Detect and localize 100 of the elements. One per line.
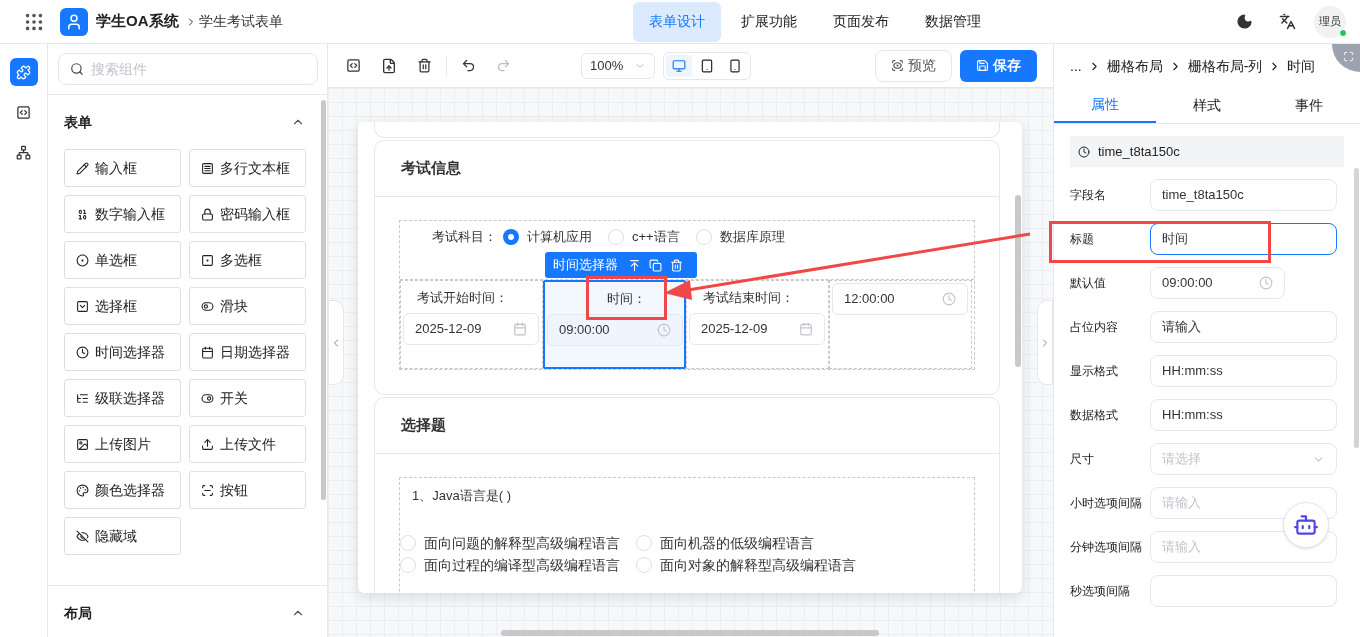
component-button[interactable]: 数字输入框 xyxy=(64,195,181,233)
delete-icon[interactable] xyxy=(417,58,432,73)
collapse-handle[interactable] xyxy=(1037,300,1053,385)
option-label[interactable]: 面向过程的编译型高级编程语言 xyxy=(424,554,620,576)
section-title: 考试信息 xyxy=(401,158,461,179)
component-button[interactable]: 多选框 xyxy=(189,241,306,279)
image-icon xyxy=(76,437,89,451)
user-avatar[interactable]: 理员 xyxy=(1314,5,1346,38)
field-label: 时间： xyxy=(607,290,646,309)
collapse-handle[interactable] xyxy=(328,300,344,385)
radio-label[interactable]: c++语言 xyxy=(632,227,680,247)
nav-tab[interactable]: 页面发布 xyxy=(817,1,905,42)
radio-button[interactable] xyxy=(636,557,652,573)
property-label: 数据格式 xyxy=(1070,407,1119,424)
search-field[interactable]: 搜索组件 xyxy=(58,53,318,85)
calendar-icon xyxy=(513,322,527,336)
panel-tab[interactable]: 属性 xyxy=(1054,88,1156,123)
component-button[interactable]: 多行文本框 xyxy=(189,149,306,187)
radio-button[interactable] xyxy=(400,557,416,573)
clock-icon xyxy=(942,292,956,306)
component-button[interactable]: 上传文件 xyxy=(189,425,306,463)
text-field[interactable]: 请输入 xyxy=(1150,311,1337,343)
radio-button[interactable] xyxy=(400,535,416,551)
scrollbar-thumb[interactable] xyxy=(501,630,879,636)
text-field[interactable]: HH:mm:ss xyxy=(1150,355,1337,387)
upload-icon[interactable] xyxy=(381,57,397,74)
scrollbar-thumb[interactable] xyxy=(321,100,326,500)
radio-label[interactable]: 数据库原理 xyxy=(719,227,785,247)
breadcrumb-item[interactable]: ... xyxy=(1070,55,1082,77)
zoom-select[interactable]: 100% xyxy=(581,52,655,79)
nav-tab[interactable]: 扩展功能 xyxy=(725,1,813,42)
moon-icon[interactable] xyxy=(1236,13,1253,30)
component-button[interactable]: 滑块 xyxy=(189,287,306,325)
component-button[interactable]: 单选框 xyxy=(64,241,181,279)
scrollbar-thumb[interactable] xyxy=(1015,195,1021,367)
chatbot-button[interactable] xyxy=(1283,502,1329,548)
breadcrumb-item[interactable]: 栅格布局-列 xyxy=(1187,55,1263,77)
puzzle-icon[interactable] xyxy=(9,58,38,86)
time-field[interactable]: 12:00:00 xyxy=(832,283,968,315)
component-button[interactable]: 级联选择器 xyxy=(64,379,181,417)
radio-button[interactable] xyxy=(695,229,712,245)
time-field[interactable]: 09:00:00 xyxy=(1150,267,1285,299)
clock-icon xyxy=(76,345,89,359)
radio-button[interactable] xyxy=(503,229,519,245)
search-icon xyxy=(70,62,84,76)
option-label[interactable]: 面向对象的解释型高级编程语言 xyxy=(660,554,856,576)
move-up-icon[interactable] xyxy=(628,258,641,272)
text-field[interactable]: HH:mm:ss xyxy=(1150,399,1337,431)
fullscreen-corner[interactable] xyxy=(1332,44,1360,72)
option-label[interactable]: 面向机器的低级编程语言 xyxy=(660,532,814,554)
save-button[interactable]: 保存 xyxy=(960,49,1037,82)
breadcrumb-item[interactable]: 栅格布局 xyxy=(1106,55,1163,77)
component-button[interactable]: 颜色选择器 xyxy=(64,471,181,509)
number-icon xyxy=(76,207,89,221)
nav-tab[interactable]: 表单设计 xyxy=(633,1,721,42)
button-frame-icon xyxy=(201,483,214,497)
slider-icon xyxy=(201,299,214,313)
radio-label[interactable]: 计算机应用 xyxy=(527,227,592,247)
text-box-icon xyxy=(201,161,214,175)
radio-button[interactable] xyxy=(636,535,652,551)
radio-button[interactable] xyxy=(608,229,624,245)
clock-icon xyxy=(657,323,671,337)
dropdown-icon xyxy=(76,299,89,313)
panel-tab[interactable]: 样式 xyxy=(1156,88,1258,123)
checkbox-icon xyxy=(201,253,214,267)
option-label[interactable]: 面向问题的解释型高级编程语言 xyxy=(424,532,620,554)
undo-icon[interactable] xyxy=(461,58,476,73)
text-field[interactable]: 时间 xyxy=(1150,223,1337,255)
preview-button[interactable]: 预览 xyxy=(875,49,952,82)
component-button[interactable]: 开关 xyxy=(189,379,306,417)
property-label: 尺寸 xyxy=(1070,451,1095,468)
component-button[interactable]: 上传图片 xyxy=(64,425,181,463)
calendar-icon xyxy=(799,322,813,336)
translate-icon[interactable] xyxy=(1279,13,1296,30)
component-button[interactable]: 日期选择器 xyxy=(189,333,306,371)
date-field[interactable]: 2025-12-09 xyxy=(689,313,825,345)
component-button[interactable]: 隐藏域 xyxy=(64,517,181,555)
panel-tab[interactable]: 事件 xyxy=(1258,88,1360,123)
component-button[interactable]: 按钮 xyxy=(189,471,306,509)
nav-tab[interactable]: 数据管理 xyxy=(909,1,997,42)
text-field[interactable]: time_t8ta150c xyxy=(1150,179,1337,211)
breadcrumb-text[interactable]: 学生考试表单 xyxy=(198,11,283,32)
eye-icon xyxy=(891,59,904,72)
component-button[interactable]: 输入框 xyxy=(64,149,181,187)
property-label: 默认值 xyxy=(1070,275,1107,292)
property-label: 显示格式 xyxy=(1070,363,1119,380)
component-button[interactable]: 密码输入框 xyxy=(189,195,306,233)
field-label: 考试结束时间： xyxy=(703,289,794,308)
text-field[interactable] xyxy=(1150,575,1337,607)
time-field[interactable]: 09:00:00 xyxy=(547,314,683,346)
component-button[interactable]: 选择框 xyxy=(64,287,181,325)
date-field[interactable]: 2025-12-09 xyxy=(403,313,539,345)
code-icon[interactable] xyxy=(346,58,361,73)
question-text: 1、Java语言是( ) xyxy=(412,488,511,503)
scrollbar-thumb[interactable] xyxy=(1354,168,1359,448)
copy-icon[interactable] xyxy=(649,258,662,272)
component-button[interactable]: 时间选择器 xyxy=(64,333,181,371)
calendar-icon xyxy=(201,345,214,359)
toolbar-label: 时间选择器 xyxy=(553,256,618,275)
breadcrumb-item[interactable]: 时间 xyxy=(1287,55,1316,77)
